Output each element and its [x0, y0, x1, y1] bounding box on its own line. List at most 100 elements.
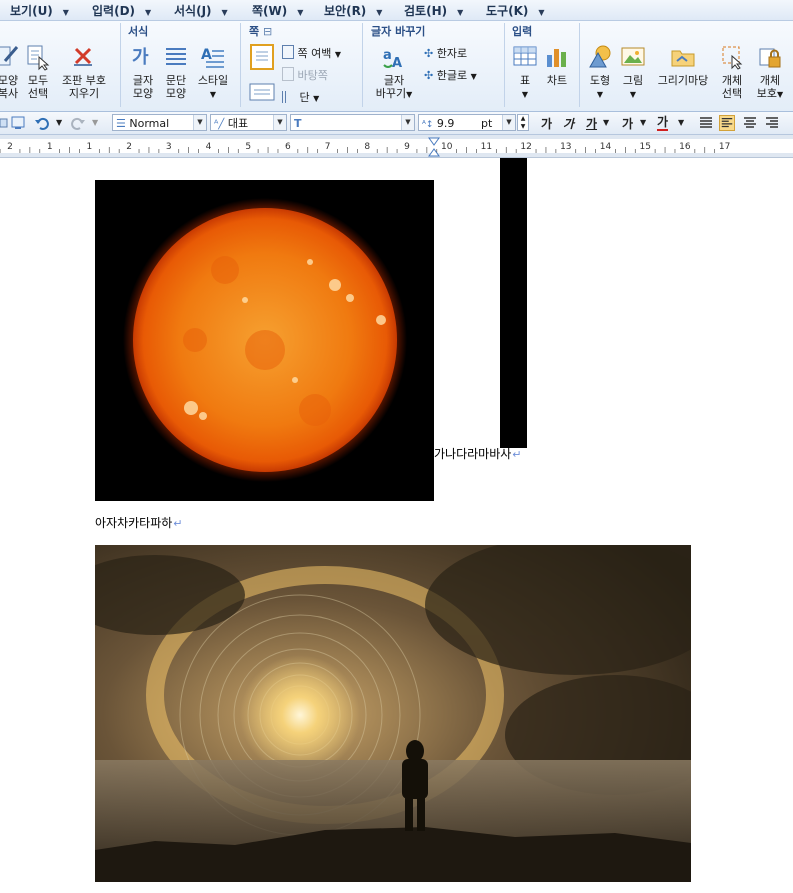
style-dropdown-icon[interactable]: ▼ [210, 90, 216, 99]
picture-button[interactable]: 그림 ▼ [618, 43, 648, 101]
ruler-label: 1 [87, 142, 93, 152]
copy-shape-button[interactable]: 모양 복사 [0, 43, 22, 100]
ruler-label: 14 [600, 142, 612, 152]
select-all-button[interactable]: 모두 선택 [24, 43, 52, 100]
to-hanja-button[interactable]: ✣ 한자로 [424, 45, 467, 61]
picture-market-button[interactable]: 그리기마당 [652, 43, 714, 87]
font-size-value: 9.9 [436, 117, 455, 130]
ruler-label: 15 [639, 142, 650, 152]
print-preview-icon[interactable] [10, 115, 26, 131]
page-portrait-button[interactable] [247, 81, 277, 106]
picture-dropdown-icon[interactable]: ▼ [630, 90, 636, 99]
char-shape-button[interactable]: 가 글자 모양 [128, 43, 158, 100]
font-size-select[interactable]: ᴬ↕ 9.9 pt ▼ [418, 114, 516, 131]
language-icon: ᴬ╱ [214, 119, 225, 130]
insert-group-title: 입력 [512, 25, 533, 38]
font-size-spinner[interactable]: ▲ ▼ [517, 114, 529, 131]
chevron-down-icon[interactable]: ▼ [193, 115, 206, 130]
document-area[interactable]: 가나다라마바사↵ 아자차카타파하↵ [0, 158, 793, 893]
chevron-down-icon[interactable]: ▼ [273, 115, 286, 130]
ruler-label: 5 [245, 142, 251, 152]
object-protect-label-1: 개체 [759, 74, 781, 87]
chevron-down-icon[interactable]: ▼ [502, 115, 515, 130]
landscape-page-icon [249, 83, 275, 101]
hanja-icon: ✣ [424, 47, 434, 60]
menu-view[interactable]: 보기(U) ▼ [10, 2, 69, 18]
char-shape-icon: 가 [132, 47, 149, 68]
clear-marks-label-1: 조판 부호 [62, 74, 106, 87]
undo-dropdown-icon[interactable]: ▼ [56, 118, 62, 127]
chart-label: 차트 [546, 74, 568, 87]
to-hangul-button[interactable]: ✣ 한글로 ▼ [424, 67, 477, 83]
column-button[interactable]: 단 ▼ [282, 89, 319, 105]
para-shape-button[interactable]: 문단 모양 [161, 43, 191, 100]
menu-insert[interactable]: 입력(D) ▼ [92, 2, 151, 18]
language-select-value: 대표 [227, 117, 249, 130]
lock-icon [759, 48, 781, 68]
font-size-unit: pt [481, 117, 493, 130]
menu-security[interactable]: 보안(R) ▼ [324, 2, 382, 18]
redo-icon[interactable] [70, 115, 86, 131]
italic-button[interactable]: 가 [563, 115, 574, 132]
justify-icon[interactable] [698, 115, 714, 131]
language-select[interactable]: ᴬ╱ 대표 ▼ [210, 114, 287, 131]
horizontal-ruler[interactable]: 2 1 1 2 3 4 5 6 7 8 9 10 11 12 13 14 15 16 17 [0, 135, 793, 158]
object-protect-label-2: 보호▼ [756, 87, 784, 100]
font-color-button[interactable]: 가 [657, 115, 669, 131]
style-button[interactable]: A 스타일 ▼ [194, 43, 232, 101]
indent-marker-icon[interactable] [428, 137, 440, 157]
font-size-icon: ᴬ↕ [422, 120, 434, 130]
shape-dropdown-icon[interactable]: ▼ [597, 90, 603, 99]
svg-text:A: A [392, 56, 402, 71]
svg-text:가: 가 [132, 47, 149, 68]
menu-page[interactable]: 쪽(W) ▼ [252, 2, 303, 18]
style-select-icon: ☰ [116, 117, 126, 130]
sun-image[interactable] [95, 180, 434, 501]
menu-tools[interactable]: 도구(K) ▼ [486, 2, 545, 18]
style-icon: A [201, 47, 224, 68]
para-shape-label-1: 문단 [165, 74, 187, 87]
spin-up-icon[interactable]: ▲ [518, 115, 528, 123]
align-left-icon[interactable] [719, 115, 735, 131]
table-dropdown-icon[interactable]: ▼ [522, 90, 528, 99]
object-protect-button[interactable]: 개체 보호▼ [750, 43, 790, 101]
menu-review[interactable]: 검토(H) ▼ [404, 2, 463, 18]
page-margin-button[interactable]: 쪽 여백 ▼ [282, 45, 341, 61]
underline-button[interactable]: 가 [586, 115, 597, 132]
page-layout-button[interactable] [247, 43, 277, 74]
folder-icon [671, 50, 695, 67]
clear-marks-button[interactable]: 조판 부호 지우기 [56, 43, 112, 100]
font-color-dropdown-icon[interactable]: ▼ [678, 118, 684, 127]
shape-button[interactable]: 도형 ▼ [586, 43, 614, 101]
format-toolbar: ▼ ▼ ☰ Normal ▼ ᴬ╱ 대표 ▼ T ▼ ᴬ↕ 9.9 pt ▼ ▲… [0, 112, 793, 135]
align-right-icon[interactable] [764, 115, 780, 131]
background-page-button[interactable]: 바탕쪽 [282, 67, 328, 83]
style-select[interactable]: ☰ Normal ▼ [112, 114, 207, 131]
convert-char-button[interactable]: a A 글자 바꾸기▼ [372, 43, 416, 101]
document-line-1[interactable]: 가나다라마바사↵ [434, 445, 522, 462]
font-select[interactable]: T ▼ [290, 114, 415, 131]
black-strip-image[interactable] [500, 158, 527, 448]
strike-dropdown-icon[interactable]: ▼ [640, 118, 646, 127]
ribbon-separator [120, 23, 121, 107]
redo-dropdown-icon[interactable]: ▼ [92, 118, 98, 127]
portal-image[interactable] [95, 545, 691, 882]
underline-dropdown-icon[interactable]: ▼ [603, 118, 609, 127]
menu-format[interactable]: 서식(J) ▼ [174, 2, 228, 18]
strike-button[interactable]: 가 [622, 115, 633, 132]
column-icon [282, 91, 296, 103]
spin-down-icon[interactable]: ▼ [518, 123, 528, 130]
undo-icon[interactable] [34, 115, 50, 131]
bold-button[interactable]: 가 [541, 115, 552, 132]
page-group-title: 쪽 ⊟ [249, 25, 273, 38]
table-button[interactable]: 표 ▼ [511, 43, 539, 101]
shape-icon [589, 45, 611, 68]
align-center-icon[interactable] [742, 115, 758, 131]
select-all-label-1: 모두 [27, 74, 49, 87]
chart-button[interactable]: 차트 [543, 43, 571, 87]
object-select-button[interactable]: 개체 선택 [716, 43, 748, 100]
background-page-icon [282, 67, 294, 81]
table-icon [513, 46, 537, 66]
document-line-2[interactable]: 아자차카타파하↵ [95, 514, 183, 531]
chevron-down-icon[interactable]: ▼ [401, 115, 414, 130]
